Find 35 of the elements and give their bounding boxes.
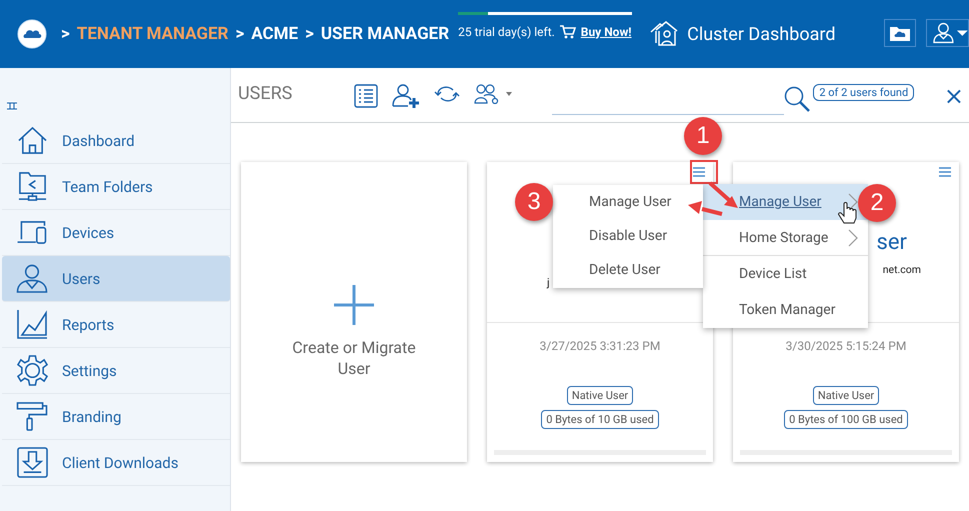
buy-now-link[interactable]: Buy Now! bbox=[580, 24, 632, 38]
user-tag: 0 Bytes of 100 GB used bbox=[784, 410, 908, 429]
menu-item[interactable]: Manage User bbox=[553, 185, 703, 219]
sidebar-item[interactable]: Team Folders bbox=[2, 164, 230, 210]
menu-item[interactable]: Device List bbox=[703, 256, 868, 292]
user-tag: 0 Bytes of 10 GB used bbox=[541, 410, 659, 429]
sidebar-item[interactable]: Branding bbox=[2, 394, 230, 440]
sidebar-item[interactable]: Reports bbox=[2, 302, 230, 348]
page-title: USERS bbox=[238, 83, 292, 104]
breadcrumb-item[interactable]: TENANT MANAGER bbox=[76, 24, 228, 44]
sidebar-item[interactable]: Client Downloads bbox=[2, 440, 230, 486]
create-user-card[interactable]: Create or Migrate User bbox=[241, 162, 467, 462]
cluster-dashboard-link[interactable]: Cluster Dashboard bbox=[687, 24, 836, 44]
sidebar-item[interactable]: Dashboard bbox=[2, 118, 230, 164]
close-button[interactable]: × bbox=[944, 86, 964, 106]
trial-text: 25 trial day(s) left. bbox=[458, 24, 555, 38]
menu-item[interactable]: Disable User bbox=[553, 219, 703, 253]
step-badge: 1 bbox=[684, 117, 722, 155]
created-date: 3/27/2025 3:31:23 PM bbox=[540, 339, 660, 353]
user-tag: Native User bbox=[812, 386, 880, 405]
created-date: 3/30/2025 5:15:24 PM bbox=[786, 339, 906, 353]
user-tag: Native User bbox=[566, 386, 634, 405]
breadcrumb-separator: > bbox=[235, 24, 244, 44]
results-count: 2 of 2 users found bbox=[813, 84, 914, 101]
sidebar-item[interactable]: Settings bbox=[2, 348, 230, 394]
user-email: net.com bbox=[882, 263, 921, 276]
sidebar-item[interactable]: Users bbox=[2, 256, 230, 302]
breadcrumb-separator: > bbox=[61, 24, 70, 44]
menu-item[interactable]: Token Manager bbox=[703, 292, 868, 328]
breadcrumb-separator: > bbox=[305, 24, 314, 44]
breadcrumb-item: USER MANAGER bbox=[320, 24, 450, 44]
user-email: j bbox=[547, 276, 551, 289]
user-name: ser bbox=[876, 230, 907, 255]
menu-item[interactable]: Delete User bbox=[553, 253, 703, 287]
breadcrumb-item: ACME bbox=[251, 24, 298, 44]
